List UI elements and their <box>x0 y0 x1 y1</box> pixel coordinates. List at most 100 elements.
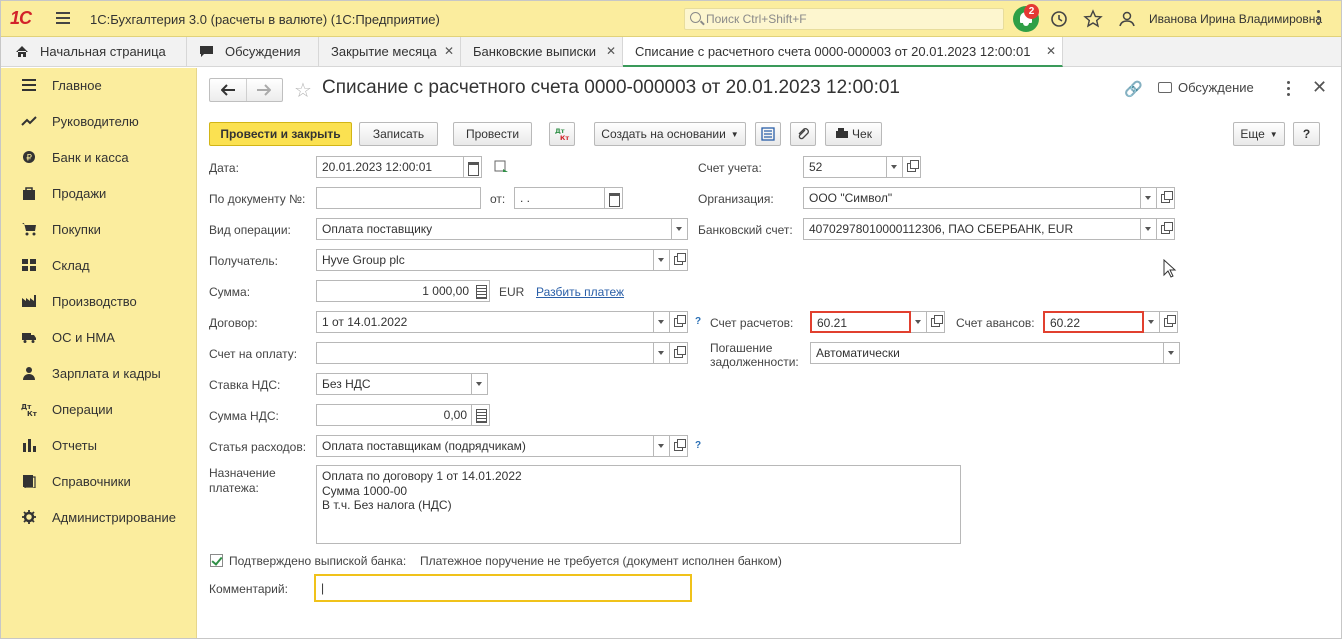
sidebar-item-reports[interactable]: Отчеты <box>1 430 197 460</box>
sidebar: Главное Руководителю ₽ Банк и касса Прод… <box>1 68 197 638</box>
doc-date-field[interactable]: . . <box>514 187 605 209</box>
operation-type-select[interactable]: Оплата поставщику <box>316 218 672 240</box>
chevron-down-icon[interactable] <box>672 218 688 240</box>
sidebar-item-salary-hr[interactable]: Зарплата и кадры <box>1 358 197 388</box>
account-field[interactable]: 52 <box>803 156 887 178</box>
sidebar-item-purchases[interactable]: Покупки <box>1 214 197 244</box>
sidebar-item-operations[interactable]: Дт Кт Операции <box>1 394 197 424</box>
date-field[interactable]: 20.01.2023 12:00:01 <box>316 156 464 178</box>
sidebar-item-label: Отчеты <box>52 438 97 453</box>
calculator-icon[interactable] <box>472 404 490 426</box>
open-icon[interactable] <box>1160 311 1178 333</box>
tab-label: Начальная страница <box>40 44 166 59</box>
sidebar-item-sales[interactable]: Продажи <box>1 178 197 208</box>
sidebar-item-production[interactable]: Производство <box>1 286 197 316</box>
sidebar-item-administration[interactable]: Администрирование <box>1 502 197 532</box>
close-tab-icon[interactable]: ✕ <box>606 44 616 58</box>
organization-field[interactable]: ООО "Символ" <box>803 187 1141 209</box>
calendar-icon[interactable] <box>464 156 482 178</box>
favorite-star-icon[interactable]: ☆ <box>294 78 312 103</box>
payment-purpose-textarea[interactable]: Оплата по договору 1 от 14.01.2022 Сумма… <box>316 465 961 544</box>
chevron-down-icon[interactable] <box>1164 342 1180 364</box>
tab-month-close[interactable]: Закрытие месяца ✕ <box>319 37 461 67</box>
doc-number-field[interactable] <box>316 187 481 209</box>
recipient-field[interactable]: Hyve Group plc <box>316 249 654 271</box>
chevron-down-icon[interactable] <box>911 311 927 333</box>
chevron-down-icon[interactable] <box>1141 218 1157 240</box>
invoice-label: Счет на оплату: <box>209 347 298 361</box>
sidebar-item-label: Зарплата и кадры <box>52 366 161 381</box>
sidebar-item-bank-cash[interactable]: ₽ Банк и касса <box>1 142 197 172</box>
chevron-down-icon[interactable] <box>654 342 670 364</box>
sidebar-item-management[interactable]: Руководителю <box>1 106 197 136</box>
tab-bank-statements[interactable]: Банковские выписки ✕ <box>461 37 623 67</box>
split-payment-link[interactable]: Разбить платеж <box>536 285 624 299</box>
calendar-icon[interactable] <box>605 187 623 209</box>
chevron-down-icon[interactable] <box>654 249 670 271</box>
sidebar-item-fixed-assets[interactable]: ОС и НМА <box>1 322 197 352</box>
link-icon[interactable]: 🔗 <box>1124 80 1143 98</box>
chevron-down-icon[interactable] <box>887 156 903 178</box>
invoice-field[interactable] <box>316 342 654 364</box>
kebab-menu-icon[interactable] <box>1317 10 1321 28</box>
save-button[interactable]: Записать <box>359 122 438 146</box>
date-settings-icon[interactable] <box>494 160 510 174</box>
advance-account-field[interactable]: 60.22 <box>1043 311 1144 333</box>
bank-account-field[interactable]: 40702978010000112306, ПАО СБЕРБАНК, EUR <box>803 218 1141 240</box>
confirmed-checkbox[interactable] <box>210 554 223 567</box>
open-icon[interactable] <box>1157 218 1175 240</box>
user-icon[interactable] <box>1117 9 1137 29</box>
tab-current-document[interactable]: Списание с расчетного счета 0000-000003 … <box>623 37 1063 67</box>
contract-field[interactable]: 1 от 14.01.2022 <box>316 311 654 333</box>
open-icon[interactable] <box>670 249 688 271</box>
close-tab-icon[interactable]: ✕ <box>444 44 454 58</box>
account-label: Счет учета: <box>698 161 762 175</box>
user-name[interactable]: Иванова Ирина Владимировна <box>1149 12 1322 26</box>
open-icon[interactable] <box>903 156 921 178</box>
create-based-on-button[interactable]: Создать на основании ▼ <box>594 122 746 146</box>
structure-button[interactable] <box>755 122 781 146</box>
debt-repayment-select[interactable]: Автоматически <box>810 342 1164 364</box>
global-search-input[interactable]: Поиск Ctrl+Shift+F <box>684 8 1004 30</box>
open-icon[interactable] <box>1157 187 1175 209</box>
favorites-star-icon[interactable] <box>1083 9 1103 29</box>
sidebar-item-warehouse[interactable]: Склад <box>1 250 197 280</box>
close-tab-icon[interactable]: ✕ <box>1046 44 1056 58</box>
help-icon[interactable]: ? <box>695 440 701 451</box>
calculator-icon[interactable] <box>472 280 490 302</box>
open-icon[interactable] <box>670 311 688 333</box>
help-icon[interactable]: ? <box>695 316 701 327</box>
open-icon[interactable] <box>670 435 688 457</box>
chevron-down-icon[interactable] <box>1141 187 1157 209</box>
tab-discussions[interactable]: Обсуждения <box>187 37 319 67</box>
dt-kt-button[interactable]: Дт Кт <box>549 122 575 146</box>
post-button[interactable]: Провести <box>453 122 532 146</box>
main-menu-icon[interactable] <box>56 12 70 24</box>
more-button[interactable]: Еще ▼ <box>1233 122 1285 146</box>
settlement-account-field[interactable]: 60.21 <box>810 311 911 333</box>
comment-field[interactable]: | <box>314 574 692 602</box>
form-menu-icon[interactable] <box>1287 81 1291 99</box>
expense-item-field[interactable]: Оплата поставщикам (подрядчикам) <box>316 435 654 457</box>
forward-arrow-icon[interactable] <box>257 84 271 96</box>
sidebar-item-main[interactable]: Главное <box>1 70 197 100</box>
chevron-down-icon[interactable] <box>472 373 488 395</box>
discussion-button[interactable]: Обсуждение <box>1158 80 1254 95</box>
sidebar-item-catalogs[interactable]: Справочники <box>1 466 197 496</box>
chevron-down-icon[interactable] <box>654 311 670 333</box>
tab-home[interactable]: Начальная страница <box>1 37 187 67</box>
post-and-close-button[interactable]: Провести и закрыть <box>209 122 352 146</box>
help-button[interactable]: ? <box>1293 122 1320 146</box>
chevron-down-icon[interactable] <box>654 435 670 457</box>
sum-field[interactable]: 1 000,00 <box>316 280 490 302</box>
back-arrow-icon[interactable] <box>221 84 235 96</box>
vat-sum-field[interactable]: 0,00 <box>316 404 472 426</box>
attach-button[interactable] <box>790 122 816 146</box>
close-icon[interactable]: ✕ <box>1312 77 1327 98</box>
open-icon[interactable] <box>927 311 945 333</box>
receipt-button[interactable]: Чек <box>825 122 882 146</box>
vat-rate-select[interactable]: Без НДС <box>316 373 472 395</box>
chevron-down-icon[interactable] <box>1144 311 1160 333</box>
open-icon[interactable] <box>670 342 688 364</box>
history-icon[interactable] <box>1049 9 1069 29</box>
